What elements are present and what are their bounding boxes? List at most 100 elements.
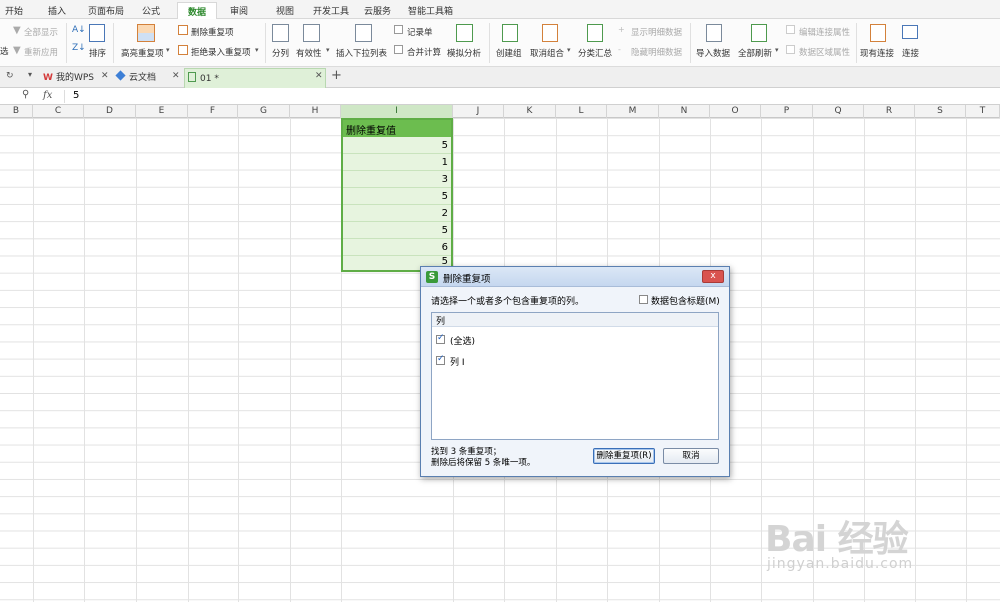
- chevron-down-icon[interactable]: ▾: [166, 46, 170, 54]
- column-header[interactable]: S: [915, 105, 966, 118]
- wps-sheet-logo-icon: S: [426, 271, 438, 283]
- tab-cloud-docs[interactable]: 云文档: [115, 70, 156, 87]
- tab-data[interactable]: 数据: [177, 2, 218, 20]
- columns-list: 列 (全选) 列 I: [431, 312, 719, 440]
- show-detail-button[interactable]: 显示明细数据: [631, 26, 682, 38]
- tab-view[interactable]: 视图: [276, 4, 294, 17]
- remove-duplicates-button[interactable]: 删除重复项: [191, 26, 234, 38]
- sort-desc-icon[interactable]: Z↓: [72, 43, 86, 53]
- subtotal-button[interactable]: 分类汇总: [578, 47, 612, 59]
- tab-review[interactable]: 审阅: [230, 4, 248, 17]
- tab-insert[interactable]: 插入: [48, 4, 66, 17]
- ungroup-button[interactable]: 取消组合: [530, 47, 564, 59]
- column-header[interactable]: G: [238, 105, 290, 118]
- select-all-checkbox[interactable]: [436, 333, 445, 344]
- dialog-title: 删除重复项: [443, 274, 491, 285]
- remove-duplicates-dialog: S 删除重复项 x 请选择一个或者多个包含重复项的列。 数据包含标题(M) 列 …: [420, 266, 730, 477]
- tab-smart-tools[interactable]: 智能工具箱: [408, 4, 453, 17]
- new-tab-button[interactable]: +: [331, 68, 342, 83]
- column-header[interactable]: C: [33, 105, 84, 118]
- hide-detail-button[interactable]: 隐藏明细数据: [631, 46, 682, 58]
- spreadsheet-file-icon: [188, 72, 196, 82]
- chevron-down-icon[interactable]: ▾: [567, 46, 571, 54]
- tab-my-wps-label: 我的WPS: [55, 73, 94, 83]
- chevron-down-icon[interactable]: ▾: [255, 46, 259, 54]
- close-icon[interactable]: ✕: [172, 71, 180, 81]
- tab-cloud[interactable]: 云服务: [364, 4, 391, 17]
- header-row-checkbox[interactable]: [639, 295, 648, 304]
- refresh-all-button[interactable]: 全部刷新: [738, 47, 772, 59]
- column-header[interactable]: P: [761, 105, 813, 118]
- tab-file-01[interactable]: 01 *: [184, 68, 326, 88]
- data-cell[interactable]: 3: [343, 171, 451, 188]
- import-data-button[interactable]: 导入数据: [696, 47, 730, 59]
- dialog-titlebar[interactable]: S 删除重复项 x: [421, 267, 729, 287]
- column-header[interactable]: T: [966, 105, 1000, 118]
- column-header[interactable]: F: [188, 105, 238, 118]
- highlight-duplicates-button[interactable]: 高亮重复项: [121, 47, 164, 59]
- history-icon[interactable]: ↻: [6, 71, 14, 81]
- column-header[interactable]: E: [136, 105, 188, 118]
- insert-dropdown-list-button[interactable]: 插入下拉列表: [336, 47, 387, 59]
- tab-developer[interactable]: 开发工具: [313, 4, 349, 17]
- column-header[interactable]: K: [504, 105, 556, 118]
- data-cell[interactable]: 2: [343, 205, 451, 222]
- formula-bar: ⚲ fx 5: [0, 88, 1000, 105]
- data-cell[interactable]: 5: [343, 137, 451, 154]
- chevron-down-icon[interactable]: ▾: [775, 46, 779, 54]
- data-range-icon: [786, 45, 795, 54]
- sort-button[interactable]: 排序: [89, 47, 106, 59]
- existing-connections-button[interactable]: 现有连接: [860, 47, 894, 59]
- tab-page-layout[interactable]: 页面布局: [88, 4, 124, 17]
- column-header[interactable]: Q: [813, 105, 864, 118]
- column-header[interactable]: M: [607, 105, 659, 118]
- column-header[interactable]: R: [864, 105, 915, 118]
- tab-home[interactable]: 开始: [5, 4, 23, 17]
- text-to-columns-button[interactable]: 分列: [272, 47, 289, 59]
- sort-icon: [89, 24, 105, 42]
- sort-asc-icon[interactable]: A↓: [72, 25, 86, 35]
- tab-my-wps[interactable]: W 我的WPS: [43, 70, 94, 87]
- header-row-checkbox-label[interactable]: 数据包含标题(M): [651, 294, 720, 307]
- fx-icon[interactable]: fx: [43, 90, 52, 101]
- record-form-button[interactable]: 记录单: [407, 26, 433, 38]
- column-header[interactable]: O: [710, 105, 761, 118]
- formula-input[interactable]: 5: [73, 90, 79, 101]
- insert-dropdown-icon: [355, 24, 372, 42]
- remove-duplicates-confirm-button[interactable]: 删除重复项(R): [593, 448, 655, 464]
- close-icon[interactable]: ✕: [101, 71, 109, 81]
- close-button[interactable]: x: [702, 270, 724, 283]
- column-header[interactable]: J: [453, 105, 504, 118]
- column-header[interactable]: H: [290, 105, 341, 118]
- show-all-button[interactable]: 全部显示: [24, 26, 58, 38]
- data-cell[interactable]: 1: [343, 154, 451, 171]
- selected-range[interactable]: 删除重复值 5 1 3 5 2 5 6 5: [341, 118, 453, 272]
- header-cell[interactable]: 删除重复值: [343, 120, 451, 137]
- column-header[interactable]: L: [556, 105, 607, 118]
- consolidate-button[interactable]: 合并计算: [407, 46, 441, 58]
- column-header[interactable]: D: [84, 105, 136, 118]
- connections-button[interactable]: 连接: [902, 47, 919, 59]
- cancel-button[interactable]: 取消: [663, 448, 719, 464]
- reapply-button[interactable]: 重新应用: [24, 46, 58, 58]
- validation-button[interactable]: 有效性: [296, 47, 322, 59]
- what-if-analysis-button[interactable]: 模拟分析: [447, 47, 481, 59]
- data-range-properties-button[interactable]: 数据区域属性: [799, 46, 850, 58]
- column-header[interactable]: N: [659, 105, 710, 118]
- column-header[interactable]: B: [0, 105, 33, 118]
- reject-duplicates-button[interactable]: 拒绝录入重复项: [191, 46, 251, 58]
- column-i-checkbox[interactable]: [436, 354, 445, 365]
- data-cell[interactable]: 5: [343, 222, 451, 239]
- zoom-icon[interactable]: ⚲: [22, 89, 29, 100]
- tab-formulas[interactable]: 公式: [142, 4, 160, 17]
- chevron-down-icon[interactable]: ▾: [28, 70, 32, 79]
- what-if-icon: [456, 24, 473, 42]
- unique-kept-text: 删除后将保留 5 条唯一项。: [431, 458, 536, 468]
- reject-duplicates-icon: [178, 45, 188, 55]
- chevron-down-icon[interactable]: ▾: [326, 46, 330, 54]
- column-header-selected[interactable]: I: [341, 105, 453, 118]
- data-cell[interactable]: 5: [343, 188, 451, 205]
- edit-connection-button[interactable]: 编辑连接属性: [799, 26, 850, 38]
- create-group-button[interactable]: 创建组: [496, 47, 522, 59]
- close-icon[interactable]: ✕: [315, 71, 323, 81]
